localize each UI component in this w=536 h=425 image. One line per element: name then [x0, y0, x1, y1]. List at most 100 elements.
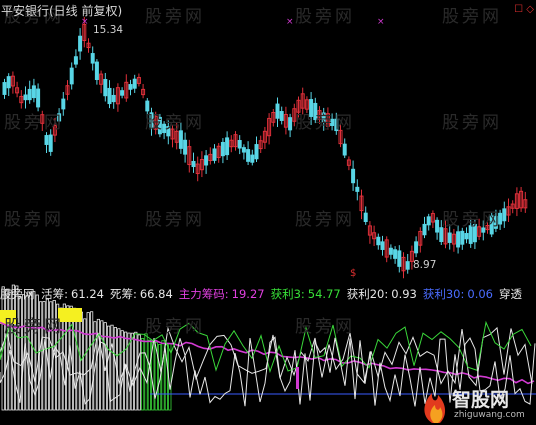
- candle-body: [380, 241, 385, 250]
- legend-value: 66.84: [139, 287, 173, 301]
- indicator-bar: [117, 328, 121, 411]
- candle-body: [94, 61, 99, 80]
- candle-body: [31, 85, 36, 99]
- legend-label: 死筹:: [109, 287, 137, 301]
- legend-label: 获利20:: [346, 287, 389, 301]
- candle-body: [288, 117, 293, 131]
- watermark: 股旁网: [442, 210, 502, 230]
- candle-body: [36, 88, 41, 108]
- candle-body: [250, 154, 255, 163]
- candle-body: [23, 94, 28, 101]
- watermark: 股旁网: [295, 317, 355, 337]
- top-right-markers: ☐ ◇: [514, 4, 534, 15]
- legend-value: 61.24: [71, 287, 104, 301]
- candle-body: [183, 139, 188, 155]
- candle-body: [376, 236, 381, 246]
- legend-value: 54.77: [307, 287, 341, 301]
- candle-body: [388, 247, 393, 255]
- x-marker: ×: [286, 17, 294, 27]
- candle-body: [342, 143, 347, 156]
- x-marker: ×: [377, 17, 385, 27]
- candle-body: [246, 149, 251, 162]
- indicator-bar: [120, 330, 124, 411]
- watermark: 股旁网: [4, 113, 64, 133]
- chart-title: 平安银行(日线 前复权): [1, 4, 123, 18]
- watermark: 股旁网: [295, 113, 355, 133]
- indicator-marker: [296, 367, 299, 389]
- dollar-marker: $: [350, 268, 357, 279]
- candle-body: [27, 88, 32, 101]
- indicator-bar: [73, 307, 77, 411]
- watermark: 股旁网: [442, 7, 502, 27]
- candle-body: [464, 233, 469, 240]
- indicator-bar: [100, 320, 104, 411]
- site-logo: 智股网 zhiguwang.com: [418, 385, 536, 425]
- candle-body: [212, 148, 217, 161]
- indicator-bar: [86, 312, 90, 411]
- legend-item: 主力筹码: 19.27: [179, 287, 268, 301]
- indicator-bar: [28, 291, 33, 411]
- candle-body: [397, 250, 402, 267]
- legend-value: 0.93: [391, 287, 417, 301]
- legend-label: 获利3:: [270, 287, 305, 301]
- legend-item: 死筹: 66.84: [110, 287, 176, 301]
- candle-body: [363, 212, 368, 223]
- candle-body: [44, 135, 49, 145]
- legend-item: 活筹: 61.24: [41, 287, 107, 301]
- watermark: 股旁网: [4, 210, 64, 230]
- legend-label: 活筹:: [41, 287, 69, 301]
- candle-body: [393, 249, 398, 259]
- candle-body: [422, 223, 427, 236]
- legend-item: 穿透: [499, 287, 528, 301]
- price-high-label: 15.34: [93, 24, 124, 36]
- candle-body: [78, 35, 83, 52]
- candle-body: [220, 141, 225, 157]
- watermark: 股旁网: [295, 7, 355, 27]
- candle-body: [204, 155, 209, 166]
- legend-value: 19.27: [231, 287, 265, 301]
- profit3-line: [0, 320, 532, 374]
- indicator-bar: [5, 288, 9, 411]
- watermark: 股旁网: [145, 317, 205, 337]
- candle-body: [435, 219, 440, 233]
- candle-body: [2, 82, 7, 95]
- legend-item: 获利20: 0.93: [347, 287, 420, 301]
- candle-body: [132, 78, 137, 89]
- candle-body: [241, 147, 246, 153]
- indicator-bar: [79, 311, 83, 411]
- logo-name: 智股网: [452, 389, 510, 411]
- legend-value: 0.06: [467, 287, 493, 301]
- legend-item: 获利3: 54.77: [271, 287, 344, 301]
- watermark: 股旁网: [442, 113, 502, 133]
- candle-body: [6, 76, 11, 89]
- candle-body: [279, 111, 284, 121]
- indicator-name: 股旁网: [0, 287, 35, 301]
- candle-body: [191, 160, 196, 168]
- price-chart-pane[interactable]: [0, 0, 536, 282]
- watermark: 股旁网: [145, 7, 205, 27]
- legend-label: 获利30:: [422, 287, 465, 301]
- candle-body: [111, 94, 116, 103]
- candle-body: [73, 56, 78, 65]
- indicator-bar: [144, 333, 148, 411]
- candle-body: [405, 261, 410, 270]
- watermark: 股旁网: [4, 317, 64, 337]
- indicator-bar: [11, 284, 15, 411]
- legend-item: 获利30: 0.06: [423, 287, 496, 301]
- candle-body: [460, 230, 465, 245]
- indicator-bar: [130, 332, 134, 411]
- candle-body: [351, 168, 356, 184]
- candle-body: [90, 53, 95, 64]
- candle-body: [456, 231, 461, 248]
- candle-body: [502, 208, 507, 222]
- logo-url: zhiguwang.com: [454, 410, 525, 420]
- price-low-label: 8.97: [413, 259, 437, 271]
- watermark: 股旁网: [145, 210, 205, 230]
- candle-body: [69, 67, 74, 85]
- candle-body: [120, 90, 125, 96]
- watermark: 股旁网: [295, 210, 355, 230]
- indicator-legend: 股旁网 活筹: 61.24 死筹: 66.84 主力筹码: 19.27 获利3: 54.77 获…: [0, 286, 534, 302]
- candlestick-chart[interactable]: [0, 0, 536, 282]
- candle-body: [103, 78, 108, 97]
- watermark: 股旁网: [145, 113, 205, 133]
